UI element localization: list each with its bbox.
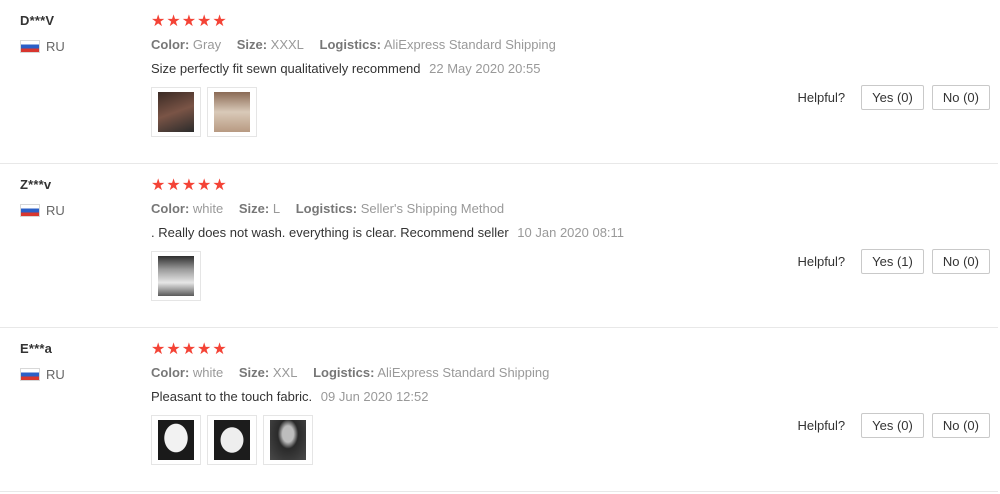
review-photo-thumbnail[interactable] (207, 415, 257, 465)
review-text-line: Pleasant to the touch fabric. 09 Jun 202… (151, 388, 998, 406)
star-rating: ★★★★★ (151, 13, 228, 30)
size-key: Size: (238, 201, 270, 216)
reviewer-name: D***V (20, 13, 55, 28)
star-rating: ★★★★★ (151, 177, 228, 194)
helpful-controls: Helpful? Yes (0) No (0) (797, 413, 990, 438)
review-attributes: Color: white Size: L Logistics: Seller's… (151, 200, 998, 218)
review-text: Pleasant to the touch fabric. (151, 389, 313, 404)
helpful-no-button[interactable]: No (0) (931, 413, 990, 438)
reviewer-info: Z***v RU (20, 177, 65, 218)
russia-flag-icon (20, 40, 40, 53)
photo-thumbnail-icon (214, 92, 250, 132)
review-date: 10 Jan 2020 08:11 (517, 225, 625, 240)
review-text-line: Size perfectly fit sewn qualitatively re… (151, 60, 998, 78)
helpful-no-button[interactable]: No (0) (931, 85, 990, 110)
review-text: Size perfectly fit sewn qualitatively re… (151, 61, 421, 76)
reviewer-info: E***a RU (20, 341, 65, 382)
review-attributes: Color: Gray Size: XXXL Logistics: AliExp… (151, 36, 998, 54)
photo-thumbnail-icon (158, 92, 194, 132)
helpful-label: Helpful? (797, 254, 846, 269)
helpful-label: Helpful? (797, 90, 846, 105)
review-text: . Really does not wash. everything is cl… (151, 225, 509, 240)
color-value: white (192, 365, 224, 380)
size-value: L (272, 201, 281, 216)
logistics-value: AliExpress Standard Shipping (383, 37, 556, 52)
size-key: Size: (236, 37, 268, 52)
review-text-line: . Really does not wash. everything is cl… (151, 224, 998, 242)
size-key: Size: (238, 365, 270, 380)
review-attributes: Color: white Size: XXL Logistics: AliExp… (151, 364, 998, 382)
star-rating: ★★★★★ (151, 341, 228, 358)
color-key: Color: (151, 37, 190, 52)
review-photo-thumbnail[interactable] (151, 251, 201, 301)
helpful-controls: Helpful? Yes (0) No (0) (797, 85, 990, 110)
reviewer-info: D***V RU (20, 13, 65, 54)
color-value: white (192, 201, 224, 216)
review-photo-thumbnail[interactable] (151, 87, 201, 137)
review-item: Z***v RU ★★★★★ Color: white Size: L Logi… (0, 164, 998, 328)
review-body: ★★★★★ Color: Gray Size: XXXL Logistics: … (151, 13, 998, 137)
reviewer-name: E***a (20, 341, 53, 356)
size-value: XXXL (270, 37, 304, 52)
photo-thumbnail-icon (270, 420, 306, 460)
review-photo-thumbnail[interactable] (207, 87, 257, 137)
review-photo-thumbnail[interactable] (263, 415, 313, 465)
photo-thumbnail-icon (158, 420, 194, 460)
review-item: D***V RU ★★★★★ Color: Gray Size: XXXL Lo… (0, 0, 998, 164)
country-code: RU (46, 367, 65, 382)
reviewer-country: RU (20, 367, 65, 382)
review-date: 09 Jun 2020 12:52 (320, 389, 429, 404)
helpful-yes-button[interactable]: Yes (0) (861, 85, 924, 110)
color-value: Gray (192, 37, 222, 52)
russia-flag-icon (20, 204, 40, 217)
russia-flag-icon (20, 368, 40, 381)
photo-thumbnail-icon (214, 420, 250, 460)
color-key: Color: (151, 201, 190, 216)
helpful-yes-button[interactable]: Yes (1) (861, 249, 924, 274)
country-code: RU (46, 203, 65, 218)
logistics-key: Logistics: (313, 365, 375, 380)
reviewer-name: Z***v (20, 177, 52, 192)
logistics-key: Logistics: (319, 37, 381, 52)
photo-thumbnail-icon (158, 256, 194, 296)
helpful-label: Helpful? (797, 418, 846, 433)
review-body: ★★★★★ Color: white Size: XXL Logistics: … (151, 341, 998, 465)
helpful-no-button[interactable]: No (0) (931, 249, 990, 274)
color-key: Color: (151, 365, 190, 380)
logistics-value: Seller's Shipping Method (360, 201, 505, 216)
logistics-value: AliExpress Standard Shipping (377, 365, 550, 380)
review-body: ★★★★★ Color: white Size: L Logistics: Se… (151, 177, 998, 301)
reviewer-country: RU (20, 39, 65, 54)
helpful-controls: Helpful? Yes (1) No (0) (797, 249, 990, 274)
reviewer-country: RU (20, 203, 65, 218)
country-code: RU (46, 39, 65, 54)
size-value: XXL (272, 365, 298, 380)
logistics-key: Logistics: (295, 201, 358, 216)
helpful-yes-button[interactable]: Yes (0) (861, 413, 924, 438)
review-photo-thumbnail[interactable] (151, 415, 201, 465)
review-date: 22 May 2020 20:55 (429, 61, 541, 76)
reviews-list: D***V RU ★★★★★ Color: Gray Size: XXXL Lo… (0, 0, 1000, 492)
review-item: E***a RU ★★★★★ Color: white Size: XXL Lo… (0, 328, 998, 492)
